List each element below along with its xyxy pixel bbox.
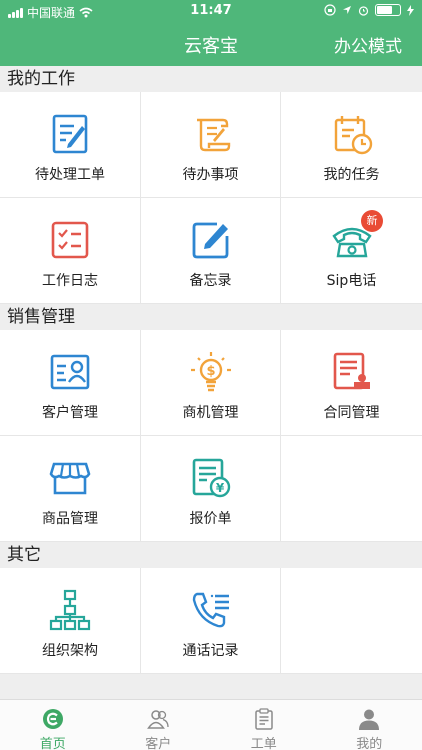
grid-item-customer-management[interactable]: 客户管理: [0, 330, 141, 436]
grid-item-label: 待处理工单: [35, 167, 105, 183]
other-grid: 组织架构 通话记录: [0, 568, 422, 674]
grid-item-empty: [281, 436, 422, 542]
user-icon: [359, 709, 380, 730]
grid-item-org-structure[interactable]: 组织架构: [0, 568, 141, 674]
grid-item-product-management[interactable]: 商品管理: [0, 436, 141, 542]
edit-document-icon: [52, 114, 88, 154]
call-log-icon: [192, 592, 229, 628]
grid-item-label: 组织架构: [42, 643, 98, 659]
tab-label: 工单: [250, 737, 277, 750]
grid-item-work-log[interactable]: 工作日志: [0, 198, 141, 304]
grid-item-label: 通话记录: [182, 643, 239, 659]
status-bar: 中国联通 11:47: [0, 0, 422, 22]
grid-item-label: 待办事项: [182, 167, 239, 183]
grid-item-label: Sip电话: [326, 273, 377, 289]
scroll-icon: [196, 118, 230, 152]
alarm-icon: [358, 5, 369, 16]
customer-card-icon: [50, 354, 90, 390]
charging-icon: [407, 4, 414, 16]
grid-item-sip-phone[interactable]: 新 Sip电话: [281, 198, 422, 304]
grid-item-pending-work-orders[interactable]: 待处理工单: [0, 92, 141, 198]
tab-label: 首页: [39, 737, 66, 750]
contract-stamp-icon: [333, 352, 370, 390]
grid-item-empty: [281, 568, 422, 674]
grid-item-todo[interactable]: 待办事项: [141, 92, 281, 198]
grid-item-memo[interactable]: 备忘录: [141, 198, 281, 304]
tab-mine[interactable]: 我的: [317, 700, 422, 750]
tab-label: 客户: [145, 737, 172, 750]
grid-item-label: 客户管理: [42, 405, 98, 421]
location-icon: [343, 6, 351, 14]
section-title-sales: 销售管理: [0, 304, 422, 330]
grid-item-my-tasks[interactable]: 我的任务: [281, 92, 422, 198]
office-mode-button[interactable]: 办公模式: [334, 32, 402, 57]
calendar-clock-icon: [334, 116, 372, 155]
grid-item-label: 我的任务: [323, 167, 380, 183]
grid-item-label: 工作日志: [42, 273, 98, 289]
battery-icon: [375, 4, 401, 16]
svg-text:¥: ¥: [215, 481, 224, 495]
grid-item-label: 报价单: [189, 511, 232, 527]
svg-text:$: $: [206, 364, 215, 379]
clipboard-icon: [255, 708, 273, 730]
quote-yen-icon: ¥: [192, 458, 230, 498]
shop-icon: [49, 462, 91, 495]
grid-item-opportunity-management[interactable]: $ 商机管理: [141, 330, 281, 436]
tab-home[interactable]: 首页: [0, 700, 106, 750]
section-title-other: 其它: [0, 542, 422, 568]
grid-item-quotation[interactable]: ¥ 报价单: [141, 436, 281, 542]
tab-customers[interactable]: 客户: [106, 700, 212, 750]
grid-item-label: 合同管理: [323, 405, 380, 421]
grid-item-call-log[interactable]: 通话记录: [141, 568, 281, 674]
section-title-work: 我的工作: [0, 66, 422, 92]
top-bar: 中国联通 11:47 云客宝 办公模式: [0, 0, 422, 66]
grid-item-label: 商机管理: [182, 405, 239, 421]
org-chart-icon: [49, 589, 91, 631]
grid-item-contract-management[interactable]: 合同管理: [281, 330, 422, 436]
new-badge: 新: [361, 210, 383, 232]
tab-label: 我的: [356, 737, 383, 750]
tab-bar: 首页 客户 工单 我的: [0, 699, 422, 750]
home-icon: [42, 709, 63, 729]
tab-work-orders[interactable]: 工单: [211, 700, 317, 750]
checklist-icon: [51, 221, 89, 259]
sales-grid: 客户管理 $ 商机管理 合同管理 商品管理 ¥ 报价单: [0, 330, 422, 542]
money-bulb-icon: $: [190, 352, 231, 392]
customers-icon: [147, 710, 169, 729]
pencil-square-icon: [192, 222, 228, 259]
grid-item-label: 备忘录: [189, 273, 232, 289]
grid-item-label: 商品管理: [42, 511, 98, 527]
work-grid: 待处理工单 待办事项 我的任务 工作日志 备忘录 新 Sip电话: [0, 92, 422, 304]
orientation-lock-icon: [324, 4, 336, 16]
